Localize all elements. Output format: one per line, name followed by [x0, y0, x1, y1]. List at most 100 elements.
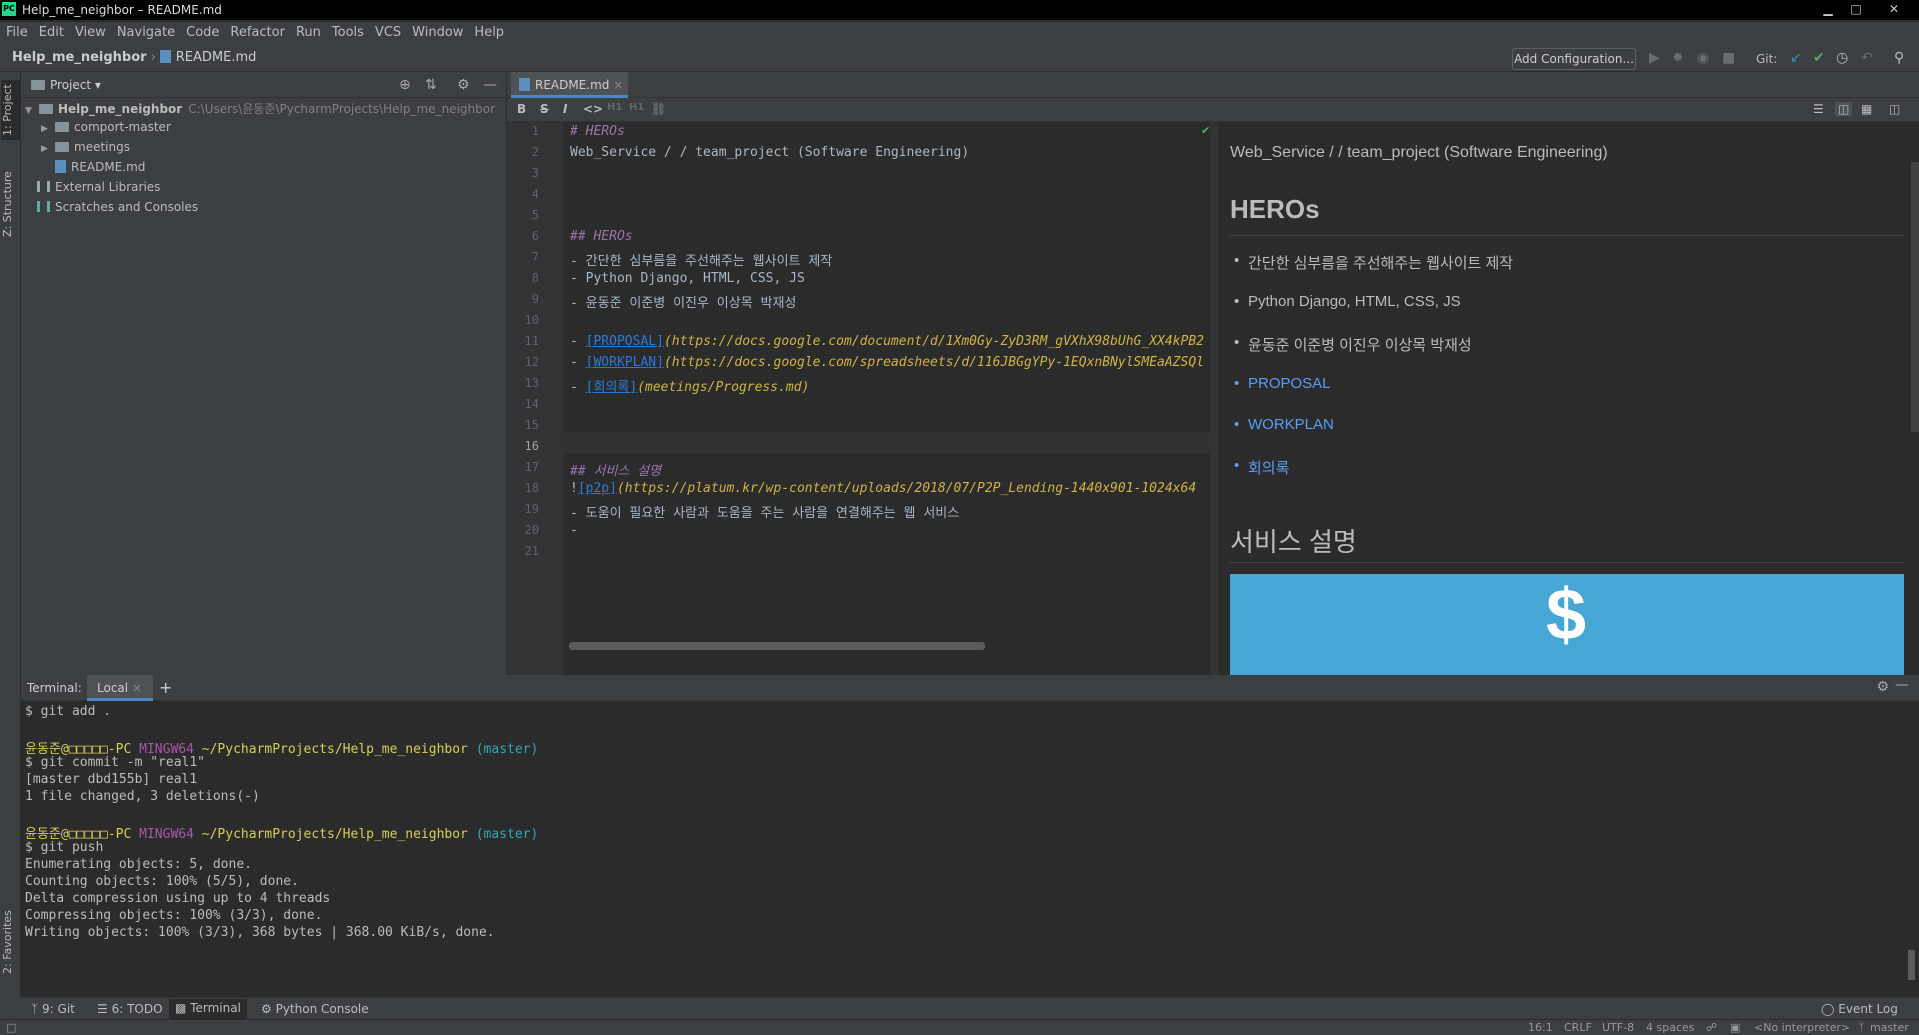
- terminal-line: Compressing objects: 100% (3/3), done.: [25, 908, 323, 923]
- markdown-toolbar: B S I <> H1 H1 ⛓ ☰ ◫ ▦ ◫: [507, 98, 1919, 122]
- editor-preview-divider[interactable]: [1210, 122, 1218, 675]
- run-coverage-icon[interactable]: ◉: [1697, 50, 1709, 66]
- terminal-line: Enumerating objects: 5, done.: [25, 857, 252, 872]
- preview-divider: [1230, 235, 1904, 236]
- tool-git[interactable]: ᛉ 9: Git: [31, 1002, 75, 1016]
- tool-todo[interactable]: ☰ 6: TODO: [97, 1002, 163, 1016]
- tab-readme[interactable]: README.md ×: [511, 72, 628, 98]
- tab-favorites[interactable]: 2: Favorites: [1, 902, 20, 982]
- editor-horizontal-scrollbar[interactable]: [569, 642, 985, 650]
- terminal-tab-local[interactable]: Local ×: [87, 675, 153, 701]
- strikethrough-button[interactable]: S: [540, 102, 549, 116]
- gear-icon[interactable]: ⚙: [1876, 679, 1889, 695]
- terminal-icon: ▩: [175, 1001, 187, 1015]
- terminal-scrollbar[interactable]: [1908, 950, 1915, 980]
- left-tool-strip: 1: Project Z: Structure 2: Favorites: [0, 72, 21, 997]
- menu-window[interactable]: Window: [406, 22, 468, 40]
- gear-icon[interactable]: ⚙: [457, 77, 470, 93]
- indent-setting[interactable]: 4 spaces: [1646, 1021, 1695, 1034]
- code-button[interactable]: <>: [583, 102, 603, 116]
- menu-view[interactable]: View: [69, 22, 111, 40]
- menu-help[interactable]: Help: [468, 22, 509, 40]
- menu-file[interactable]: File: [0, 22, 33, 40]
- tree-root[interactable]: ▼ Help_me_neighbor C:\Users\윤동준\PycharmPro…: [25, 100, 495, 120]
- preview-link-workplan[interactable]: WORKPLAN: [1234, 416, 1334, 433]
- rollback-icon[interactable]: ↶: [1861, 50, 1873, 66]
- menu-edit[interactable]: Edit: [33, 22, 69, 40]
- git-branch[interactable]: master: [1870, 1021, 1909, 1034]
- line-number: 16: [524, 439, 539, 453]
- code-line: - [WORKPLAN](https://docs.google.com/spr…: [570, 355, 1204, 370]
- project-view-selector[interactable]: Project ▾: [31, 78, 101, 92]
- minimize-icon[interactable]: —: [483, 77, 497, 93]
- code-line: - [회의록](meetings/Progress.md): [570, 376, 809, 395]
- terminal-output[interactable]: $ git add . 윤동준@□□□□□-PC MINGW64 ~/Pycha…: [25, 702, 1905, 997]
- new-terminal-button[interactable]: +: [159, 678, 172, 697]
- breadcrumb-project[interactable]: Help_me_neighbor: [12, 50, 147, 65]
- split-view-icon[interactable]: ◫: [1835, 102, 1853, 116]
- history-icon[interactable]: ◷: [1836, 50, 1848, 66]
- git-update-icon[interactable]: ↙: [1790, 50, 1802, 66]
- minimize-window-button[interactable]: ▁: [1814, 0, 1842, 18]
- line-number: 4: [531, 187, 539, 201]
- project-tool-window: Project ▾ ⊕ ⇅ ⚙ — ▼ Help_me_neighbor C:\Us…: [21, 72, 507, 675]
- bold-button[interactable]: B: [517, 102, 526, 116]
- stop-icon[interactable]: ■: [1722, 50, 1735, 66]
- code-line: - 간단한 심부름을 주선해주는 웹사이트 제작: [570, 254, 833, 269]
- run-icon[interactable]: ▶: [1649, 50, 1660, 66]
- caret-position[interactable]: 16:1: [1528, 1021, 1553, 1034]
- breadcrumb-file[interactable]: README.md: [176, 50, 257, 65]
- tree-item[interactable]: ▶ meetings: [41, 140, 130, 160]
- file-encoding[interactable]: UTF-8: [1602, 1021, 1634, 1034]
- tab-project[interactable]: 1: Project: [1, 80, 20, 140]
- add-configuration-button[interactable]: Add Configuration...: [1512, 48, 1636, 70]
- tool-python-console[interactable]: ⚙ Python Console: [261, 1002, 369, 1016]
- code-link-url: (https://platum.kr/wp-content/uploads/20…: [616, 481, 1197, 496]
- tool-event-log[interactable]: ◯ Event Log: [1821, 1002, 1898, 1016]
- menu-run[interactable]: Run: [290, 22, 326, 40]
- tool-terminal[interactable]: ▩ Terminal: [169, 999, 247, 1019]
- debug-icon[interactable]: ✸: [1672, 50, 1684, 66]
- tree-item[interactable]: Scratches and Consoles: [37, 200, 198, 220]
- header-button[interactable]: H1: [607, 102, 622, 113]
- preview-only-icon[interactable]: ▦: [1861, 102, 1872, 116]
- close-window-button[interactable]: ✕: [1880, 0, 1908, 18]
- git-commit-icon[interactable]: ✔: [1813, 50, 1825, 66]
- tree-item[interactable]: README.md: [55, 160, 145, 180]
- menu-vcs[interactable]: VCS: [369, 22, 406, 40]
- locate-icon[interactable]: ⊕: [399, 77, 411, 93]
- preview-link-proposal[interactable]: PROPOSAL: [1234, 375, 1330, 392]
- menu-navigate[interactable]: Navigate: [111, 22, 180, 40]
- editor-only-icon[interactable]: ☰: [1813, 102, 1824, 116]
- header-level-button[interactable]: H1: [629, 102, 644, 113]
- folder-icon: [39, 104, 53, 114]
- preview-scrollbar[interactable]: [1911, 162, 1919, 432]
- italic-button[interactable]: I: [563, 102, 567, 116]
- menu-code[interactable]: Code: [180, 22, 224, 40]
- link-icon[interactable]: ⛓: [651, 102, 666, 116]
- code-line: - Python Django, HTML, CSS, JS: [570, 271, 805, 286]
- collapse-icon[interactable]: ⇅: [425, 77, 437, 93]
- menu-refactor[interactable]: Refactor: [224, 22, 290, 40]
- prompt-branch: (master): [475, 827, 539, 842]
- maximize-window-button[interactable]: □: [1842, 0, 1870, 18]
- close-icon[interactable]: ×: [132, 681, 142, 695]
- search-icon[interactable]: ⚲: [1894, 50, 1904, 66]
- lock-icon[interactable]: ☍: [1706, 1021, 1717, 1034]
- layout-toggle-icon[interactable]: □: [6, 1021, 16, 1034]
- menu-tools[interactable]: Tools: [326, 22, 369, 40]
- code-editor[interactable]: # HEROs Web_Service / / team_project (So…: [563, 122, 1210, 675]
- line-number: 3: [531, 166, 539, 180]
- tool-window-bar: ᛉ 9: Git ☰ 6: TODO ▩ Terminal ⚙ Python C…: [21, 997, 1919, 1019]
- breadcrumb-separator: ›: [150, 50, 156, 65]
- tree-item[interactable]: External Libraries: [37, 180, 160, 200]
- dollar-icon: $: [1546, 575, 1587, 655]
- line-separator[interactable]: CRLF: [1564, 1021, 1592, 1034]
- preview-link-minutes[interactable]: 회의록: [1234, 457, 1290, 478]
- layout-icon[interactable]: ◫: [1889, 102, 1900, 116]
- tree-item[interactable]: ▶ comport-master: [41, 120, 171, 140]
- interpreter-selector[interactable]: <No interpreter>: [1754, 1021, 1850, 1034]
- close-icon[interactable]: ×: [613, 78, 623, 92]
- minimize-icon[interactable]: —: [1895, 677, 1909, 693]
- tab-structure[interactable]: Z: Structure: [1, 164, 20, 244]
